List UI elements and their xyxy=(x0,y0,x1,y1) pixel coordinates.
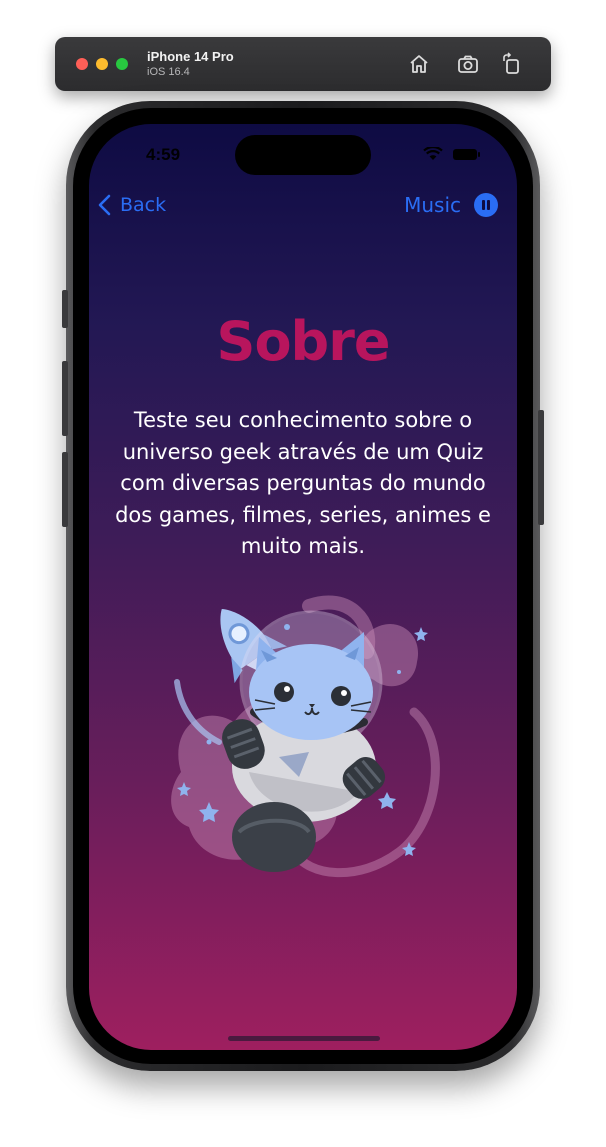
pause-icon[interactable] xyxy=(474,193,498,217)
status-time: 4:59 xyxy=(146,145,181,164)
power-button xyxy=(538,410,544,525)
home-indicator[interactable] xyxy=(228,1036,380,1041)
app-screen: 4:59 Back Music Sobre Teste seu conhecim… xyxy=(89,124,517,1050)
wifi-icon xyxy=(423,147,443,160)
astronaut-cat-illustration xyxy=(171,595,440,878)
close-window-button[interactable] xyxy=(76,58,88,70)
home-icon[interactable] xyxy=(406,51,432,77)
screenshot-icon[interactable] xyxy=(455,51,481,77)
music-toggle[interactable]: Music xyxy=(404,193,498,217)
back-button[interactable]: Back xyxy=(97,193,166,217)
simulator-toolbar: iPhone 14 Pro iOS 16.4 xyxy=(55,37,551,91)
os-version: iOS 16.4 xyxy=(147,66,190,78)
battery-icon xyxy=(453,149,480,160)
volume-down-button xyxy=(62,452,68,527)
zoom-window-button[interactable] xyxy=(116,58,128,70)
dynamic-island xyxy=(235,135,371,175)
about-description: Teste seu conhecimento sobre o universo … xyxy=(115,408,491,558)
back-label: Back xyxy=(120,194,167,216)
mute-switch xyxy=(62,290,68,328)
minimize-window-button[interactable] xyxy=(96,58,108,70)
device-name: iPhone 14 Pro xyxy=(147,49,234,64)
chevron-left-icon xyxy=(98,194,111,216)
volume-up-button xyxy=(62,361,68,436)
rotate-icon[interactable] xyxy=(499,51,525,77)
page-title: Sobre xyxy=(216,310,391,373)
music-label: Music xyxy=(404,193,461,217)
